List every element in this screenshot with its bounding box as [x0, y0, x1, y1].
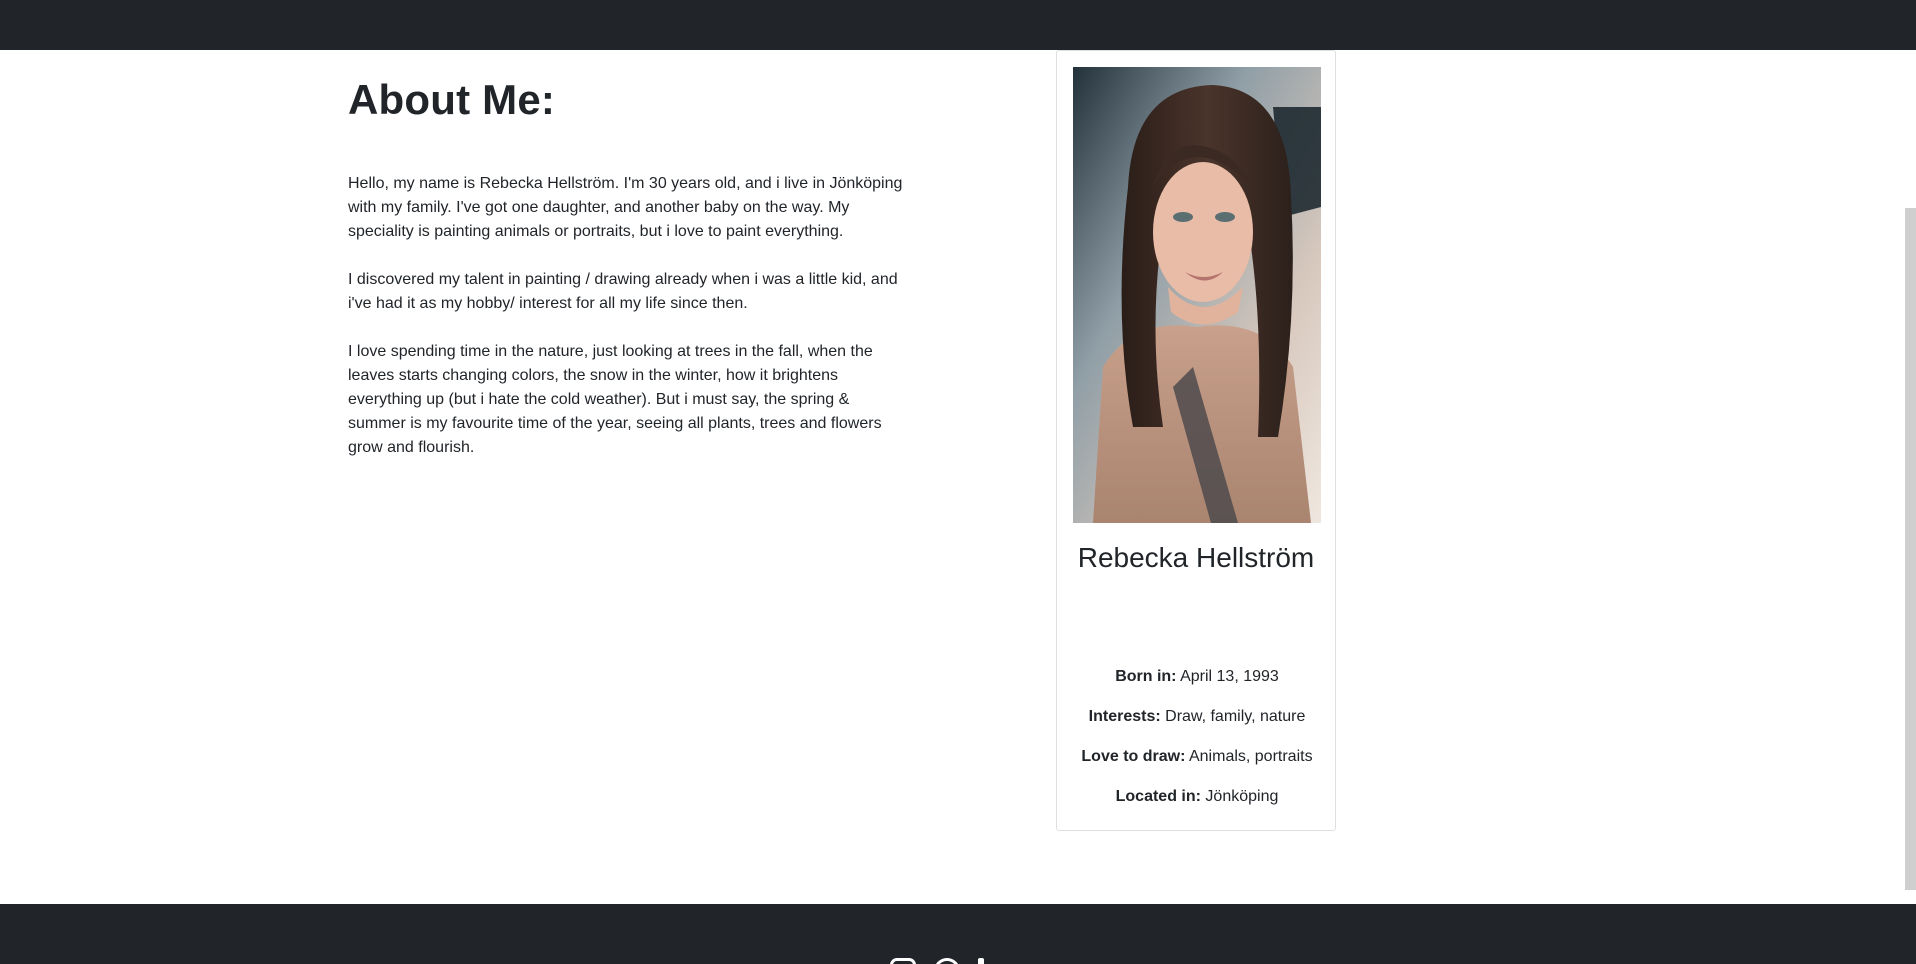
about-section: About Me: Hello, my name is Rebecka Hell… [348, 72, 908, 484]
fact-born: Born in: April 13, 1993 [1077, 665, 1317, 689]
fact-value: Animals, portraits [1188, 748, 1313, 765]
fact-label: Located in: [1115, 788, 1201, 805]
profile-name: Rebecka Hellström [1077, 542, 1315, 573]
about-paragraph: Hello, my name is Rebecka Hellström. I'm… [348, 175, 903, 240]
tiktok-icon[interactable] [978, 958, 984, 964]
profile-card: Rebecka Hellström Born in: April 13, 199… [1056, 50, 1336, 831]
fact-value: April 13, 1993 [1180, 668, 1279, 685]
about-heading: About Me: [348, 76, 556, 123]
portrait-image [1073, 67, 1321, 523]
fact-interests: Interests: Draw, family, nature [1077, 705, 1317, 729]
fact-love-to-draw: Love to draw: Animals, portraits [1077, 745, 1317, 769]
fact-value: Draw, family, nature [1165, 708, 1306, 725]
top-navbar [0, 0, 1916, 50]
pinterest-icon[interactable] [934, 958, 960, 964]
profile-facts: Born in: April 13, 1993 Interests: Draw,… [1077, 665, 1317, 825]
about-paragraph: I love spending time in the nature, just… [348, 343, 882, 456]
instagram-icon[interactable] [890, 958, 916, 964]
page-scrollbar[interactable] [1905, 208, 1916, 890]
fact-value: Jönköping [1205, 788, 1279, 805]
fact-label: Born in: [1115, 668, 1177, 685]
fact-located-in: Located in: Jönköping [1077, 785, 1317, 809]
footer [0, 904, 1916, 964]
fact-label: Love to draw: [1081, 748, 1186, 765]
fact-label: Interests: [1088, 708, 1161, 725]
profile-photo [1073, 67, 1321, 523]
social-links [890, 958, 984, 964]
about-paragraph: I discovered my talent in painting / dra… [348, 271, 898, 312]
